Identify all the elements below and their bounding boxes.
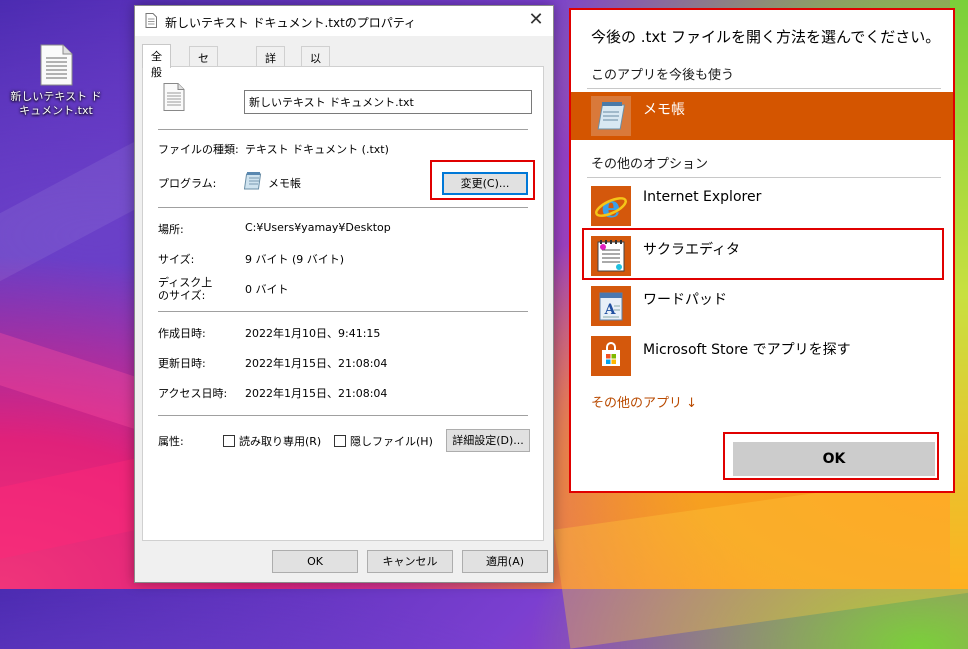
close-icon[interactable]: ✕ [519,6,553,36]
modified-value: 2022年1月15日、21:08:04 [245,357,388,370]
accessed-label: アクセス日時: [158,387,228,400]
text-file-icon [145,13,157,31]
general-panel: 新しいテキスト ドキュメント.txt ファイルの種類: テキスト ドキュメント … [142,66,544,541]
wordpad-icon: A [591,286,631,326]
tab-details[interactable]: 詳細 [256,46,285,81]
program-value: メモ帳 [268,177,301,190]
disksize-label-line1: ディスク上 [158,276,213,289]
filetype-value: テキスト ドキュメント (.txt) [245,143,389,156]
apply-button[interactable]: 適用(A) [462,550,548,573]
created-value: 2022年1月10日、9:41:15 [245,327,381,340]
tab-previous-versions[interactable]: 以前のバージョン [301,46,330,177]
internet-explorer-icon: e [591,186,631,226]
desktop-file-icon[interactable]: 新しいテキスト ドキュメント.txt [6,44,106,118]
readonly-checkbox[interactable]: 読み取り専用(R) [223,433,321,449]
disksize-value: 0 バイト [245,283,289,296]
tab-security[interactable]: セキュリティ [189,46,218,145]
readonly-label: 読み取り専用(R) [239,435,322,448]
dialog-title: 新しいテキスト ドキュメント.txtのプロパティ [165,16,417,30]
highlight-box [723,432,939,480]
app-name: Internet Explorer [643,189,762,205]
app-name: Microsoft Store でアプリを探す [643,342,851,358]
disksize-label: ディスク上 のサイズ: [158,276,212,302]
app-item-notepad[interactable]: メモ帳 [571,92,953,140]
checkbox-box [223,435,235,447]
title-bar[interactable]: 新しいテキスト ドキュメント.txtのプロパティ ✕ [135,6,553,36]
cancel-button[interactable]: キャンセル [367,550,453,573]
created-label: 作成日時: [158,327,206,340]
text-file-icon [39,44,73,86]
advanced-button[interactable]: 詳細設定(D)... [446,429,530,452]
open-with-title: 今後の .txt ファイルを開く方法を選んでください。 [591,28,941,46]
properties-dialog: 新しいテキスト ドキュメント.txtのプロパティ ✕ 全般 セキュリティ 詳細 … [134,5,554,583]
checkbox-box [334,435,346,447]
hidden-label: 隠しファイル(H) [350,435,433,448]
filetype-label: ファイルの種類: [158,143,239,156]
accessed-value: 2022年1月15日、21:08:04 [245,387,388,400]
disksize-label-line2: のサイズ: [158,289,206,302]
highlight-box [430,160,535,200]
microsoft-store-icon [591,336,631,376]
tab-general[interactable]: 全般 [142,44,171,79]
size-value: 9 バイト (9 バイト) [245,253,345,266]
app-item-wordpad[interactable]: A ワードパッド [571,282,953,330]
program-label: プログラム: [158,177,217,190]
filename-input[interactable]: 新しいテキスト ドキュメント.txt [244,90,532,114]
more-apps-link[interactable]: その他のアプリ ↓ [591,392,697,411]
desktop-file-label: 新しいテキスト ドキュメント.txt [10,90,102,117]
app-item-internet-explorer[interactable]: e Internet Explorer [571,182,953,230]
app-name: ワードパッド [643,292,727,308]
keep-using-label: このアプリを今後も使う [591,68,735,83]
notepad-icon [243,171,264,194]
notepad-icon [591,96,631,136]
location-label: 場所: [158,223,184,236]
app-name: メモ帳 [643,102,685,118]
size-label: サイズ: [158,253,195,266]
hidden-checkbox[interactable]: 隠しファイル(H) [334,433,433,449]
highlight-box [582,228,944,280]
text-file-icon [163,83,185,114]
ok-button[interactable]: OK [272,550,358,573]
app-item-microsoft-store[interactable]: Microsoft Store でアプリを探す [571,332,953,380]
svg-text:e: e [601,190,620,225]
other-options-label: その他のオプション [591,157,709,172]
attributes-label: 属性: [158,435,184,448]
modified-label: 更新日時: [158,357,206,370]
location-value: C:¥Users¥yamay¥Desktop [245,221,391,234]
